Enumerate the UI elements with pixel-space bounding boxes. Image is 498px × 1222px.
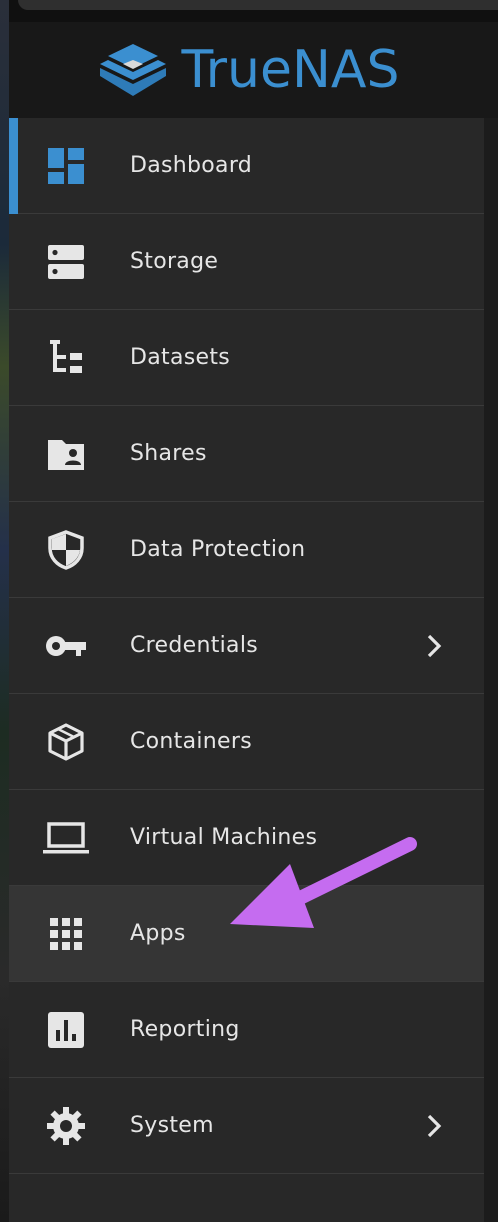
- chevron-right-icon[interactable]: [417, 1108, 453, 1144]
- sidebar-item-label: Credentials: [130, 633, 258, 658]
- sidebar-item-apps[interactable]: Apps: [9, 886, 484, 982]
- sidebar-item-label: Dashboard: [130, 153, 253, 178]
- sidebar-item-reporting[interactable]: Reporting: [9, 982, 484, 1078]
- chevron-right-icon[interactable]: [417, 628, 453, 664]
- sidebar-item-label: Apps: [130, 921, 186, 946]
- sidebar-item-system[interactable]: System: [9, 1078, 484, 1174]
- top-toolbar-edge: [18, 0, 498, 10]
- laptop-icon: [42, 814, 90, 862]
- key-icon: [42, 622, 90, 670]
- sidebar-item-label: Virtual Machines: [130, 825, 318, 850]
- sidebar-nav: Dashboard Storage Datasets Shares Data P…: [9, 118, 484, 1222]
- brand-header[interactable]: TrueNAS: [9, 22, 498, 118]
- sidebar-item-credentials[interactable]: Credentials: [9, 598, 484, 694]
- sidebar-item-containers[interactable]: Containers: [9, 694, 484, 790]
- datasets-icon: [42, 334, 90, 382]
- bar-chart-icon: [42, 1006, 90, 1054]
- sidebar-item-virtual-machines[interactable]: Virtual Machines: [9, 790, 484, 886]
- truenas-logo-icon: [99, 44, 166, 96]
- desktop-background: [0, 0, 9, 1222]
- nav-scroll-edge: [484, 118, 498, 1222]
- shield-icon: [42, 526, 90, 574]
- sidebar-item-storage[interactable]: Storage: [9, 214, 484, 310]
- shared-folder-icon: [42, 430, 90, 478]
- sidebar-item-label: Datasets: [130, 345, 231, 370]
- sidebar-item-dashboard[interactable]: Dashboard: [9, 118, 484, 214]
- sidebar-item-label: Shares: [130, 441, 207, 466]
- gear-icon: [42, 1102, 90, 1150]
- sidebar-item-data-protection[interactable]: Data Protection: [9, 502, 484, 598]
- sidebar-item-label: Reporting: [130, 1017, 240, 1042]
- sidebar-item-label: System: [130, 1113, 214, 1138]
- sidebar-item-label: Storage: [130, 249, 219, 274]
- storage-icon: [42, 238, 90, 286]
- sidebar-item-shares[interactable]: Shares: [9, 406, 484, 502]
- sidebar-item-label: Containers: [130, 729, 252, 754]
- sidebar-item-label: Data Protection: [130, 537, 306, 562]
- brand-name: TrueNAS: [181, 40, 400, 100]
- cube-icon: [42, 718, 90, 766]
- apps-grid-icon: [42, 910, 90, 958]
- dashboard-icon: [42, 142, 90, 190]
- sidebar-item-datasets[interactable]: Datasets: [9, 310, 484, 406]
